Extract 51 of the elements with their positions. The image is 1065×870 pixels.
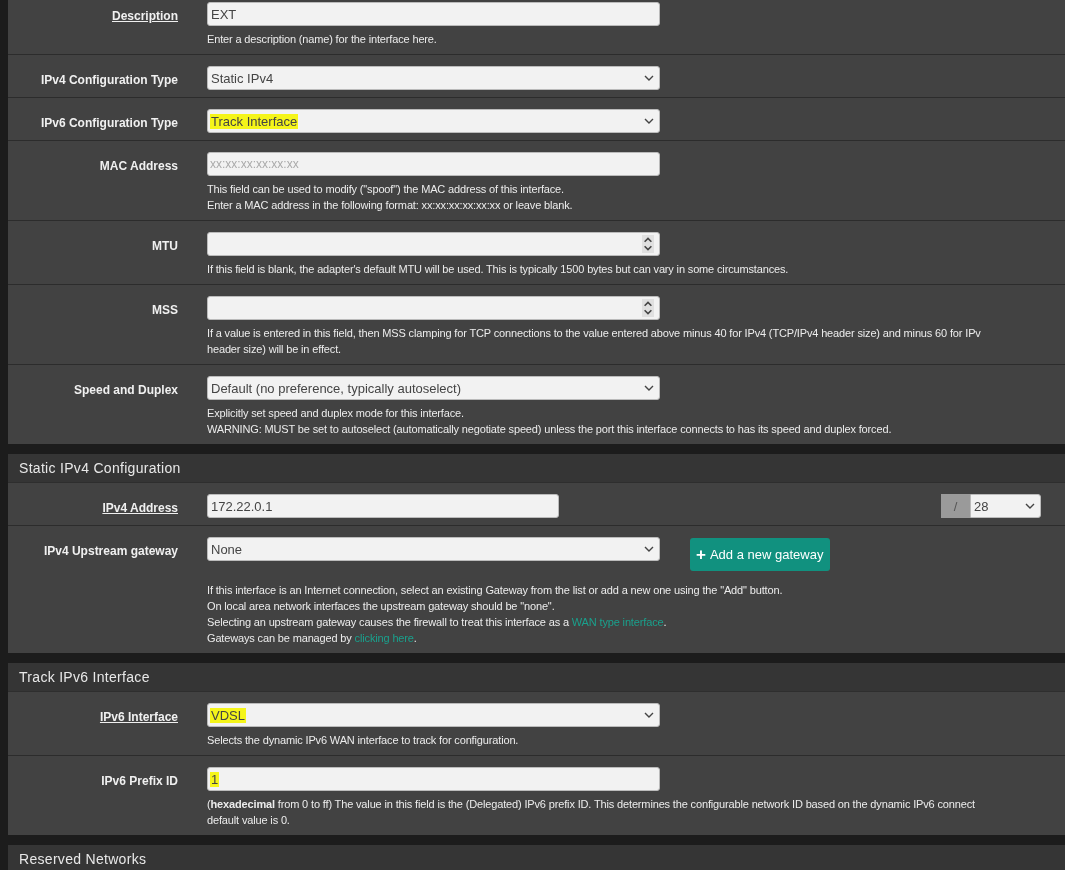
- help-text: If a value is entered in this field, then MSS clamping for TCP connections to the value entered above minus 40 for IPv4 (TCP/IPv4 header size) and minus 60 for IPv: [207, 326, 982, 341]
- field-label: Speed and Duplex: [73, 383, 178, 397]
- field-label-link[interactable]: IPv4 Address: [102, 501, 178, 515]
- dropdown[interactable]: VDSL: [207, 703, 660, 727]
- ip-address-field[interactable]: 172.22.0.1: [207, 494, 559, 518]
- field-label: IPv6 Prefix ID: [101, 774, 178, 788]
- field-label: MAC Address: [99, 159, 178, 173]
- caret-icon: [644, 385, 654, 391]
- dropdown[interactable]: Static IPv4: [207, 66, 660, 90]
- help-text: header size) will be in effect.: [207, 342, 342, 357]
- field-label-link[interactable]: Description: [112, 9, 178, 23]
- field-label: IPv4 Upstream gateway: [43, 544, 178, 558]
- spinner-icon: [642, 235, 654, 253]
- field-label: MSS: [152, 303, 178, 317]
- help-text: (hexadecimal from 0 to ff) The value in this field is the (Delegated) IPv6 prefix ID. This determines the configurable network ID based on the dynamic IPv6 connect: [207, 797, 976, 812]
- help-text: Explicitly set speed and duplex mode for this interface.: [207, 406, 465, 421]
- caret-icon: [644, 546, 654, 552]
- help-text: Enter a description (name) for the interface here.: [207, 32, 438, 47]
- help-text: Enter a MAC address in the following format: xx:xx:xx:xx:xx:xx or leave blank.: [207, 198, 574, 213]
- add-gateway-button[interactable]: + Add a new gateway: [690, 538, 831, 571]
- section-title: Static IPv4 Configuration: [8, 454, 1065, 483]
- spinner-icon: [642, 299, 654, 317]
- help-text: default value is 0.: [207, 813, 291, 828]
- caret-icon: [644, 712, 654, 718]
- field-label: MTU: [152, 239, 178, 253]
- text-field[interactable]: EXT: [207, 2, 660, 26]
- help-text: On local area network interfaces the upstream gateway should be "none".: [207, 599, 556, 614]
- subnet-dropdown[interactable]: 28: [970, 494, 1041, 518]
- number-field[interactable]: [207, 296, 660, 320]
- field-label: IPv6 Configuration Type: [40, 116, 178, 130]
- help-text: Gateways can be managed by clicking here.: [207, 631, 418, 646]
- caret-icon: [644, 118, 654, 124]
- number-field[interactable]: [207, 232, 660, 256]
- plus-icon: +: [696, 544, 706, 565]
- field-label: IPv4 Configuration Type: [40, 73, 178, 87]
- caret-icon: [1025, 503, 1035, 509]
- dropdown[interactable]: Default (no preference, typically autoselect): [207, 376, 660, 400]
- help-text: Selects the dynamic IPv6 WAN interface to track for configuration.: [207, 733, 520, 748]
- dropdown[interactable]: Track Interface: [207, 109, 660, 133]
- field-label-link[interactable]: IPv6 Interface: [99, 710, 178, 724]
- help-text: If this interface is an Internet connection, select an existing Gateway from the list or add a new one using the "Add" button.: [207, 583, 784, 598]
- section-title: Reserved Networks: [8, 845, 1065, 870]
- help-text: This field can be used to modify ("spoof") the MAC address of this interface.: [207, 182, 565, 197]
- section-title: Track IPv6 Interface: [8, 663, 1065, 692]
- caret-icon: [644, 75, 654, 81]
- help-text: WARNING: MUST be set to autoselect (automatically negotiate speed) unless the port this interface connects to has its speed and duplex forced.: [207, 422, 893, 437]
- dropdown[interactable]: None: [207, 537, 660, 561]
- help-text: Selecting an upstream gateway causes the firewall to treat this interface as a WAN type interface.: [207, 615, 668, 630]
- slash-addon: /: [941, 494, 970, 518]
- help-text: If this field is blank, the adapter's default MTU will be used. This is typically 1500 bytes but can vary in some circumstances.: [207, 262, 790, 277]
- text-field[interactable]: 1: [207, 767, 660, 791]
